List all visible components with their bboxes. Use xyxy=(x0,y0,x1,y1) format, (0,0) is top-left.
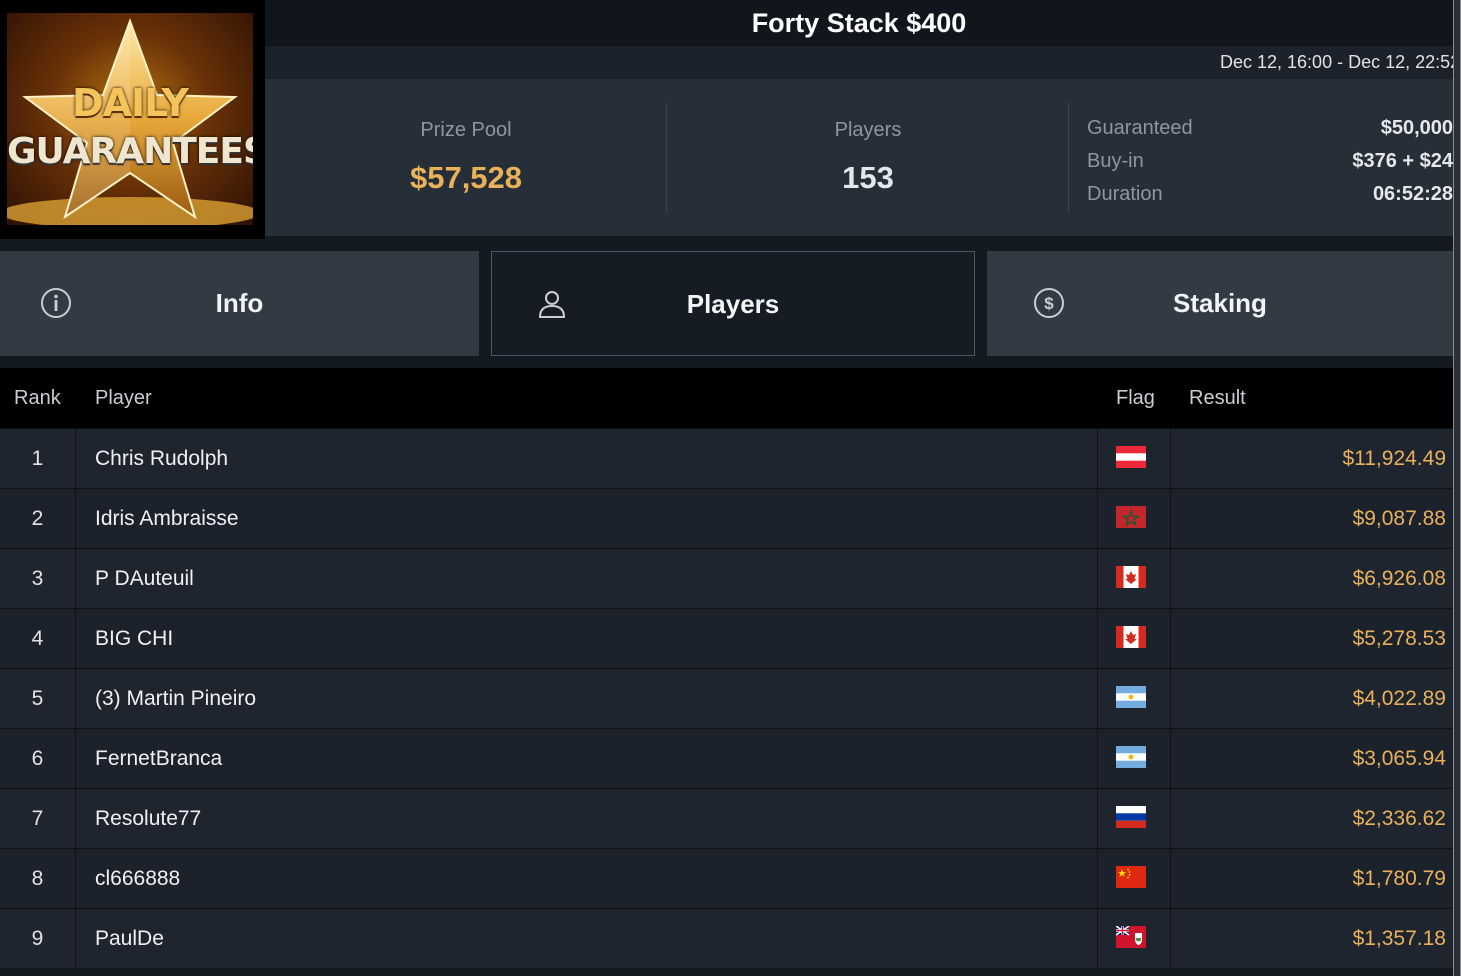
scrollbar-thumb[interactable] xyxy=(1454,0,1460,976)
prize-pool-label: Prize Pool xyxy=(420,119,512,141)
result-value: $9,087.88 xyxy=(1352,507,1446,530)
rank-cell: 4 xyxy=(0,609,76,668)
table-row[interactable]: 5 (3) Martin Pineiro $4,022.89 xyxy=(0,668,1453,728)
tab-staking-label: Staking xyxy=(1173,288,1267,318)
result-value: $2,336.62 xyxy=(1352,807,1446,830)
table-row[interactable]: 6 FernetBranca $3,065.94 xyxy=(0,728,1453,788)
detail-label: Guaranteed xyxy=(1087,117,1193,139)
table-row[interactable]: 4 BIG CHI $5,278.53 xyxy=(0,608,1453,668)
result-value: $1,780.79 xyxy=(1352,867,1446,890)
players-value: 153 xyxy=(842,160,894,195)
detail-label: Duration xyxy=(1087,183,1163,205)
logo-text-daily: DAILY xyxy=(72,81,189,125)
russia-flag-icon xyxy=(1116,806,1146,828)
detail-value: $50,000 xyxy=(1380,117,1453,139)
player-name[interactable]: P DAuteuil xyxy=(95,549,194,608)
stats-panel: Prize Pool $57,528 Players 153 Guarantee… xyxy=(265,79,1453,236)
tab-players-label: Players xyxy=(686,289,780,319)
tab-info[interactable]: Info xyxy=(0,251,479,356)
results-table: Rank Player Flag Result 1 Chris Rudolph $1… xyxy=(0,368,1453,976)
player-name[interactable]: (3) Martin Pineiro xyxy=(95,669,256,728)
canada-flag-icon xyxy=(1116,566,1146,588)
players-stat: Players 153 xyxy=(667,119,1069,196)
player-name[interactable]: Idris Ambraisse xyxy=(95,489,239,548)
rank-cell: 6 xyxy=(0,729,76,788)
flag-cell xyxy=(1097,609,1171,668)
austria-flag-icon xyxy=(1116,446,1146,468)
detail-guaranteed: Guaranteed $50,000 xyxy=(1087,112,1453,145)
table-row[interactable]: 3 P DAuteuil $6,926.08 xyxy=(0,548,1453,608)
tab-bar: Info Players $ Staking xyxy=(0,251,1453,356)
flag-cell xyxy=(1097,909,1171,968)
result-value: $3,065.94 xyxy=(1352,747,1446,770)
date-bar: Dec 12, 16:00 - Dec 12, 22:52 xyxy=(265,46,1453,79)
players-label: Players xyxy=(834,119,902,141)
argentina-flag-icon xyxy=(1116,746,1146,768)
table-row[interactable]: 2 Idris Ambraisse $9,087.88 xyxy=(0,488,1453,548)
flag-cell xyxy=(1097,849,1171,908)
flag-cell xyxy=(1097,669,1171,728)
canada-flag-icon xyxy=(1116,626,1146,648)
player-name[interactable]: Resolute77 xyxy=(95,789,201,848)
daily-guarantees-logo: DAILY GUARANTEES xyxy=(7,13,253,225)
result-value: $11,924.49 xyxy=(1342,447,1446,470)
table-row[interactable]: 1 Chris Rudolph $11,924.49 xyxy=(0,428,1453,488)
scrollbar[interactable] xyxy=(1453,0,1461,976)
column-player[interactable]: Player xyxy=(95,368,152,428)
detail-buy-in: Buy-in $376 + $24 xyxy=(1087,145,1453,178)
player-name[interactable]: Chris Rudolph xyxy=(95,429,228,488)
table-header: Rank Player Flag Result xyxy=(0,368,1453,428)
rank-cell: 5 xyxy=(0,669,76,728)
flag-cell xyxy=(1097,789,1171,848)
table-body: 1 Chris Rudolph $11,924.49 2 Idris Ambraisse… xyxy=(0,428,1453,968)
tab-players[interactable]: Players xyxy=(491,251,975,356)
flag-cell xyxy=(1097,489,1171,548)
tab-staking[interactable]: $ Staking xyxy=(987,251,1453,356)
table-row[interactable]: 7 Resolute77 $2,336.62 xyxy=(0,788,1453,848)
rank-cell: 9 xyxy=(0,909,76,968)
tournament-title: Forty Stack $400 xyxy=(265,0,1453,46)
detail-label: Buy-in xyxy=(1087,150,1144,172)
tournament-logo: DAILY GUARANTEES xyxy=(0,0,265,239)
prize-pool-stat: Prize Pool $57,528 xyxy=(265,119,667,196)
detail-duration: Duration 06:52:28 xyxy=(1087,178,1453,211)
result-value: $5,278.53 xyxy=(1352,627,1446,650)
detail-value: 06:52:28 xyxy=(1372,183,1453,205)
logo-text-guarantees: GUARANTEES xyxy=(7,131,253,172)
flag-cell xyxy=(1097,549,1171,608)
prize-pool-value: $57,528 xyxy=(409,160,523,195)
stats-divider xyxy=(1068,103,1069,213)
china-flag-icon xyxy=(1116,866,1146,888)
rank-cell: 7 xyxy=(0,789,76,848)
column-result[interactable]: Result xyxy=(1189,368,1246,428)
table-row[interactable]: 9 PaulDe $1,357.18 xyxy=(0,908,1453,968)
result-value: $1,357.18 xyxy=(1352,927,1446,950)
tournament-details: Guaranteed $50,000 Buy-in $376 + $24 Dur… xyxy=(1087,112,1453,211)
date-range: Dec 12, 16:00 - Dec 12, 22:52 xyxy=(1220,52,1453,72)
table-row[interactable]: 8 cl666888 $1,780.79 xyxy=(0,848,1453,908)
result-value: $4,022.89 xyxy=(1352,687,1446,710)
tab-info-label: Info xyxy=(215,288,264,318)
player-name[interactable]: cl666888 xyxy=(95,849,180,908)
rank-cell: 8 xyxy=(0,849,76,908)
result-value: $6,926.08 xyxy=(1352,567,1446,590)
player-name[interactable]: FernetBranca xyxy=(95,729,222,788)
detail-value: $376 + $24 xyxy=(1352,150,1453,172)
player-name[interactable]: PaulDe xyxy=(95,909,164,968)
bermuda-flag-icon xyxy=(1116,926,1146,948)
morocco-flag-icon xyxy=(1116,506,1146,528)
flag-cell xyxy=(1097,429,1171,488)
argentina-flag-icon xyxy=(1116,686,1146,708)
column-rank[interactable]: Rank xyxy=(14,368,61,428)
flag-cell xyxy=(1097,729,1171,788)
rank-cell: 3 xyxy=(0,549,76,608)
rank-cell: 1 xyxy=(0,429,76,488)
rank-cell: 2 xyxy=(0,489,76,548)
column-flag[interactable]: Flag xyxy=(1116,368,1155,428)
player-name[interactable]: BIG CHI xyxy=(95,609,173,668)
